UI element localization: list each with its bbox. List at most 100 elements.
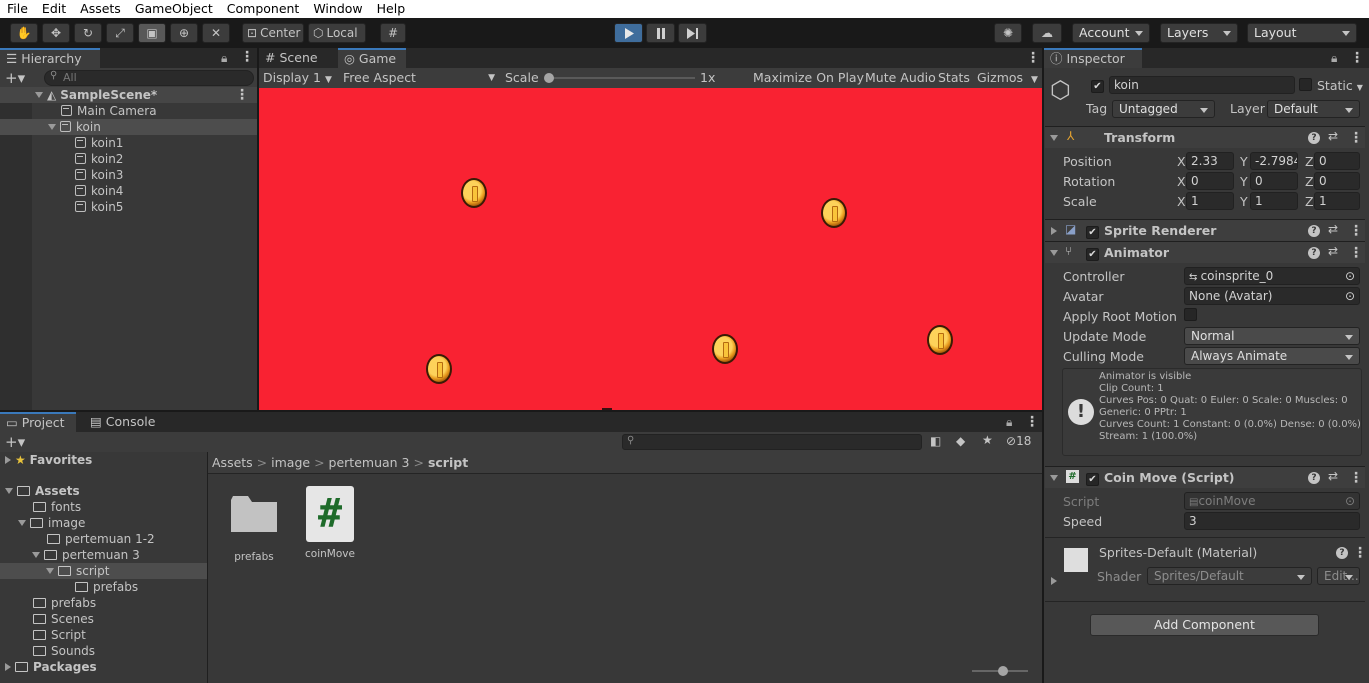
crumb-assets[interactable]: Assets [212, 455, 253, 470]
layout-dropdown[interactable]: Layout [1247, 23, 1357, 43]
hand-tool-icon[interactable]: ✋ [10, 23, 38, 43]
space-toggle[interactable]: ⬡ Local [308, 23, 366, 43]
help-icon[interactable]: ? [1308, 132, 1320, 144]
display-dropdown[interactable]: Display 1 ▼ [263, 70, 332, 88]
transform-header[interactable]: ⅄ Transform ? ⇄ ⋮ [1045, 126, 1365, 148]
move-tool-icon[interactable]: ✥ [42, 23, 70, 43]
object-picker-icon[interactable]: ⊙ [1345, 288, 1355, 304]
kebab-menu-icon[interactable]: ⋮ [1026, 51, 1040, 65]
list-item[interactable]: koin3 [75, 167, 123, 183]
coin-move-header[interactable]: # ✔ Coin Move (Script) ? ⇄ ⋮ [1045, 466, 1365, 488]
list-item-selected[interactable]: koin [0, 119, 257, 135]
tree-item-scenes[interactable]: Scenes [33, 611, 94, 627]
tree-item-pertemuan-3[interactable]: pertemuan 3 [32, 547, 140, 563]
help-icon[interactable]: ? [1308, 472, 1320, 484]
rotate-tool-icon[interactable]: ↻ [74, 23, 102, 43]
account-dropdown[interactable]: Account [1072, 23, 1150, 43]
tree-item-assets[interactable]: Assets [5, 483, 80, 499]
zoom-slider-thumb[interactable] [998, 666, 1008, 676]
menu-window[interactable]: Window [306, 0, 369, 18]
add-icon[interactable]: +▾ [5, 433, 25, 451]
culling-mode-dropdown[interactable]: Always Animate [1184, 347, 1360, 365]
pivot-toggle[interactable]: ⊡ Center [242, 23, 304, 43]
layer-dropdown[interactable]: Default [1267, 100, 1360, 118]
component-menu-icon[interactable]: ⋮ [1349, 131, 1363, 145]
layers-dropdown[interactable]: Layers [1160, 23, 1238, 43]
tab-project[interactable]: ▭ Project [0, 412, 76, 432]
enabled-checkbox[interactable]: ✔ [1086, 224, 1099, 239]
kebab-menu-icon[interactable]: ⋮ [1350, 51, 1364, 65]
tab-game[interactable]: ◎ Game [338, 48, 406, 68]
kebab-menu-icon[interactable]: ⋮ [1025, 415, 1039, 429]
tree-item-pertemuan-1-2[interactable]: pertemuan 1-2 [47, 531, 155, 547]
list-item[interactable]: koin1 [75, 135, 123, 151]
active-checkbox[interactable]: ✔ [1091, 78, 1104, 93]
tree-item-script[interactable]: script [0, 563, 207, 579]
component-menu-icon[interactable]: ⋮ [1353, 546, 1367, 560]
maximize-on-play-toggle[interactable]: Maximize On Play [753, 70, 864, 86]
rotation-x-field[interactable]: 0 [1186, 172, 1234, 190]
root-motion-checkbox[interactable] [1184, 308, 1197, 324]
list-item[interactable]: koin2 [75, 151, 123, 167]
custom-tool-icon[interactable]: ✕ [202, 23, 230, 43]
menu-gameobject[interactable]: GameObject [128, 0, 220, 18]
static-checkbox[interactable] [1299, 78, 1312, 94]
component-menu-icon[interactable]: ⋮ [1349, 246, 1363, 260]
controller-field[interactable]: ⇆ coinsprite_0 ⊙ [1184, 267, 1360, 285]
scene-menu-icon[interactable]: ⋮ [235, 88, 249, 102]
crumb-script[interactable]: script [428, 455, 468, 470]
list-item[interactable]: Main Camera [61, 103, 157, 119]
preset-sliders-icon[interactable]: ⇄ [1328, 129, 1338, 143]
tree-item-image[interactable]: image [18, 515, 85, 531]
menu-file[interactable]: File [0, 0, 35, 18]
filter-type-icon[interactable]: ◧ [930, 434, 941, 448]
scene-row[interactable]: ◭ SampleScene* ⋮ [0, 87, 257, 103]
position-x-field[interactable]: 2.33 [1186, 152, 1234, 170]
lock-icon[interactable]: 🔒︎ [1331, 51, 1337, 66]
tab-inspector[interactable]: ⓘ Inspector [1044, 48, 1142, 68]
preset-sliders-icon[interactable]: ⇄ [1328, 469, 1338, 483]
update-mode-dropdown[interactable]: Normal [1184, 327, 1360, 345]
project-search-input[interactable]: ⚲ [622, 434, 922, 450]
speed-field[interactable]: 3 [1184, 512, 1360, 530]
scale-slider-thumb[interactable] [544, 73, 554, 83]
asset-coinmove-script[interactable]: # coinMove [302, 486, 358, 562]
collapse-arrow-icon[interactable] [1051, 577, 1057, 585]
enabled-checkbox[interactable]: ✔ [1086, 246, 1099, 261]
menu-component[interactable]: Component [220, 0, 307, 18]
shader-edit-button[interactable]: Edit... [1317, 567, 1360, 585]
crumb-pertemuan-3[interactable]: pertemuan 3 [329, 455, 410, 470]
sprite-renderer-header[interactable]: ◪ ✔ Sprite Renderer ? ⇄ ⋮ [1045, 219, 1365, 241]
rect-tool-icon[interactable]: ▣ [138, 23, 166, 43]
game-viewport[interactable] [259, 88, 1042, 410]
tag-dropdown[interactable]: Untagged [1112, 100, 1215, 118]
scale-y-field[interactable]: 1 [1250, 192, 1298, 210]
scale-z-field[interactable]: 1 [1314, 192, 1360, 210]
add-component-button[interactable]: Add Component [1090, 614, 1319, 636]
position-y-field[interactable]: -2.7984 [1250, 152, 1298, 170]
tree-item-favorites[interactable]: ★ Favorites [5, 452, 92, 468]
hierarchy-search-input[interactable]: ⚲ All [44, 70, 254, 86]
rotation-y-field[interactable]: 0 [1250, 172, 1298, 190]
menu-assets[interactable]: Assets [73, 0, 128, 18]
lock-icon[interactable]: 🔒︎ [1006, 415, 1012, 430]
play-button[interactable] [614, 23, 643, 43]
tree-item-prefabs[interactable]: prefabs [33, 595, 96, 611]
preset-sliders-icon[interactable]: ⇄ [1328, 244, 1338, 258]
menu-edit[interactable]: Edit [35, 0, 73, 18]
pause-button[interactable] [646, 23, 675, 43]
list-item[interactable]: koin5 [75, 199, 123, 215]
hidden-packages-toggle[interactable]: ⊘18 [1006, 434, 1031, 448]
tab-scene[interactable]: # Scene [259, 48, 337, 68]
position-z-field[interactable]: 0 [1314, 152, 1360, 170]
favorite-star-icon[interactable]: ★ [982, 433, 993, 447]
help-icon[interactable]: ? [1308, 247, 1320, 259]
transform-tool-icon[interactable]: ⊕ [170, 23, 198, 43]
tree-item-packages[interactable]: Packages [5, 659, 97, 675]
help-icon[interactable]: ? [1336, 547, 1348, 559]
help-icon[interactable]: ? [1308, 225, 1320, 237]
gizmos-dropdown[interactable]: Gizmos ▼ [977, 70, 1038, 88]
animator-header[interactable]: ⑂ ✔ Animator ? ⇄ ⋮ [1045, 241, 1365, 263]
scale-slider-track[interactable] [547, 77, 695, 79]
name-field[interactable]: koin [1109, 76, 1295, 94]
